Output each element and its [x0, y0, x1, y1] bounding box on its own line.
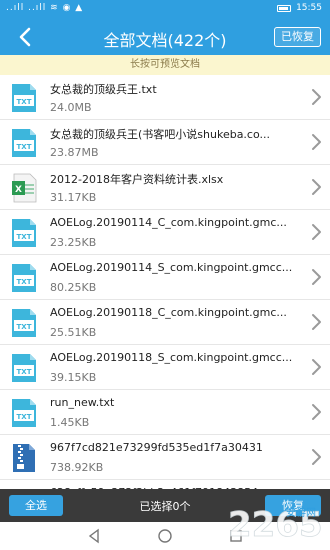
file-row[interactable]: TXT 女总裁的顶级兵王(书客吧小说shukeba.co... 23.87MB	[0, 120, 330, 165]
txt-file-icon: TXT	[12, 309, 36, 337]
system-nav-bar	[0, 522, 330, 550]
file-row[interactable]: 628cffc59a272f2bb2c461f791843854	[0, 480, 330, 489]
status-right: 15:55	[277, 3, 322, 13]
chevron-right-icon[interactable]	[310, 268, 322, 286]
restore-button[interactable]: 恢复	[265, 495, 321, 516]
svg-text:TXT: TXT	[17, 98, 32, 106]
chevron-right-icon[interactable]	[310, 133, 322, 151]
file-row[interactable]: TXT AOELog.20190114_C_com.kingpoint.gmc..…	[0, 210, 330, 255]
file-name: AOELog.20190114_C_com.kingpoint.gmc...	[50, 216, 287, 229]
txt-file-icon: TXT	[12, 129, 36, 157]
preview-hint: 长按可预览文档	[0, 55, 330, 75]
nav-home-icon[interactable]	[157, 528, 173, 544]
app-bar: 全部文档(422个) 已恢复	[0, 18, 330, 55]
txt-file-icon: TXT	[12, 219, 36, 247]
chevron-right-icon[interactable]	[310, 88, 322, 106]
signal-icons: ..ıll ..ıll ≋ ◉ ▲	[6, 3, 84, 13]
status-time: 15:55	[296, 3, 322, 13]
svg-text:TXT: TXT	[17, 323, 32, 331]
svg-text:TXT: TXT	[17, 233, 32, 241]
file-size: 738.92KB	[50, 461, 104, 474]
svg-text:TXT: TXT	[17, 413, 32, 421]
chevron-right-icon[interactable]	[310, 223, 322, 241]
file-size: 39.15KB	[50, 371, 97, 384]
file-row[interactable]: TXT AOELog.20190118_S_com.kingpoint.gmcc.…	[0, 345, 330, 390]
nav-recents-icon[interactable]	[228, 528, 244, 544]
file-row[interactable]: TXT 女总裁的顶级兵王.txt 24.0MB	[0, 75, 330, 120]
chevron-right-icon[interactable]	[310, 403, 322, 421]
file-row[interactable]: 967f7cd821e73299fd535ed1f7a30431 738.92KB	[0, 435, 330, 480]
file-name: 女总裁的顶级兵王.txt	[50, 83, 157, 96]
excel-file-icon: X	[12, 173, 37, 203]
file-name: 女总裁的顶级兵王(书客吧小说shukeba.co...	[50, 128, 271, 141]
file-size: 80.25KB	[50, 281, 97, 294]
file-size: 24.0MB	[50, 101, 92, 114]
svg-text:TXT: TXT	[17, 143, 32, 151]
restored-button[interactable]: 已恢复	[274, 27, 321, 47]
file-name: 967f7cd821e73299fd535ed1f7a30431	[50, 441, 263, 454]
file-size: 31.17KB	[50, 191, 97, 204]
svg-text:TXT: TXT	[17, 278, 32, 286]
txt-file-icon: TXT	[12, 399, 36, 427]
chevron-right-icon[interactable]	[310, 358, 322, 376]
txt-file-icon: TXT	[12, 84, 36, 112]
file-list: TXT 女总裁的顶级兵王.txt 24.0MB TXT 女总裁的顶级兵王(书客吧小说sh…	[0, 75, 330, 489]
file-row[interactable]: X 2012-2018年客户资料统计表.xlsx 31.17KB	[0, 165, 330, 210]
svg-text:TXT: TXT	[17, 368, 32, 376]
chevron-right-icon[interactable]	[310, 448, 322, 466]
file-row[interactable]: TXT run_new.txt 1.45KB	[0, 390, 330, 435]
chevron-right-icon[interactable]	[310, 178, 322, 196]
battery-icon	[277, 4, 292, 12]
file-name: AOELog.20190118_C_com.kingpoint.gmc...	[50, 306, 287, 319]
svg-text:X: X	[15, 185, 22, 195]
txt-file-icon: TXT	[12, 264, 36, 292]
nav-back-icon[interactable]	[86, 528, 102, 544]
file-size: 25.51KB	[50, 326, 97, 339]
zip-file-icon	[13, 444, 35, 472]
file-name: run_new.txt	[50, 396, 115, 409]
chevron-right-icon[interactable]	[310, 313, 322, 331]
file-name: AOELog.20190118_S_com.kingpoint.gmcc...	[50, 351, 293, 364]
file-name: AOELog.20190114_S_com.kingpoint.gmcc...	[50, 261, 293, 274]
bottom-action-bar: 全选 已选择0个 恢复	[0, 489, 330, 522]
file-name: 2012-2018年客户资料统计表.xlsx	[50, 173, 224, 186]
file-size: 23.87MB	[50, 146, 99, 159]
txt-file-icon: TXT	[12, 354, 36, 382]
status-bar: ..ıll ..ıll ≋ ◉ ▲ 15:55	[0, 0, 330, 18]
file-row[interactable]: TXT AOELog.20190118_C_com.kingpoint.gmc..…	[0, 300, 330, 345]
file-size: 23.25KB	[50, 236, 97, 249]
file-row[interactable]: TXT AOELog.20190114_S_com.kingpoint.gmcc.…	[0, 255, 330, 300]
file-size: 1.45KB	[50, 416, 90, 429]
